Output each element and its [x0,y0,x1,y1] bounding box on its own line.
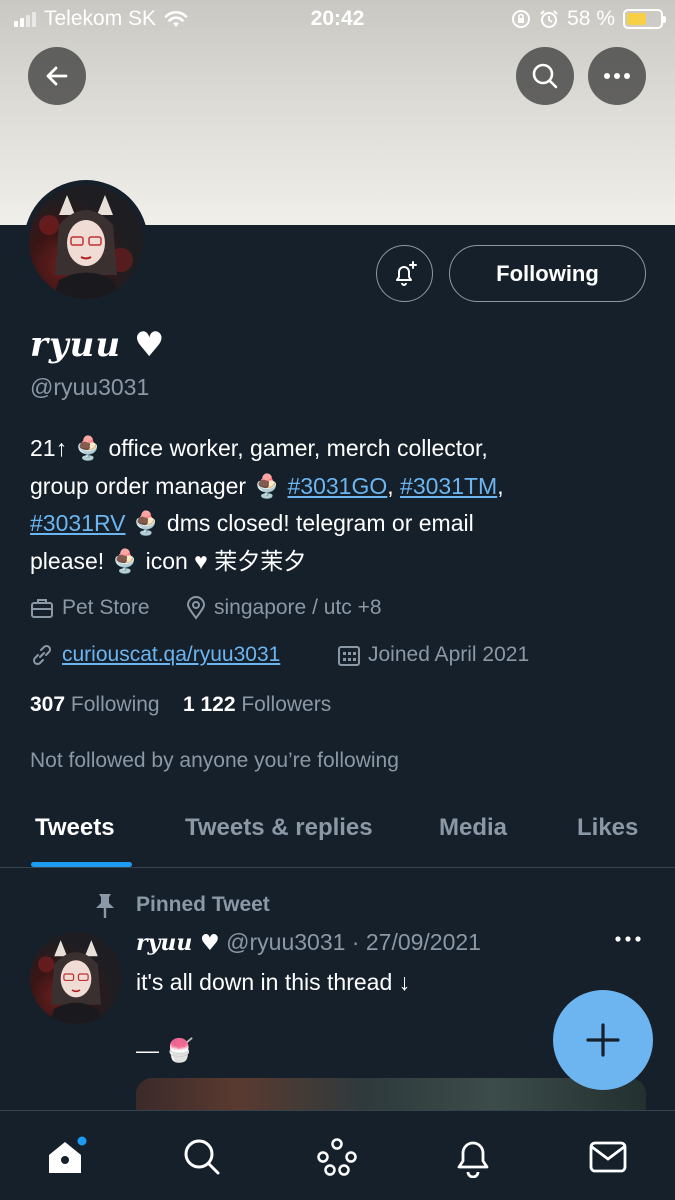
nav-notifications[interactable] [451,1135,495,1179]
tweet-author-name[interactable]: ryuu ♥ [136,930,220,956]
bio-separator: , [387,472,401,499]
hashtag-3031tm[interactable]: #3031TM [400,473,497,499]
active-tab-indicator [31,862,132,867]
joined-label: Joined April 2021 [368,643,530,666]
orientation-lock-icon [512,10,531,28]
followers-label: Followers [241,693,332,716]
following-button[interactable]: Following [449,245,646,302]
location-pin-icon [186,596,206,620]
profile-name: ryuu ♥ [30,325,166,365]
hashtag-3031go[interactable]: #3031GO [288,473,388,499]
nav-spaces[interactable] [315,1135,359,1179]
battery-icon [623,9,666,29]
tweet-date[interactable]: 27/09/2021 [366,929,481,955]
bottom-nav [0,1110,675,1200]
home-icon [49,1136,87,1173]
tweet-author-handle[interactable]: @ryuu3031 [226,929,345,955]
category-label: Pet Store [62,596,150,619]
pin-icon [96,894,114,918]
bio-separator: , [497,472,504,499]
profile-bio: 21↑ 🍨 office worker, gamer, merch collec… [30,430,630,580]
notify-button[interactable] [376,245,433,302]
tab-tweets-replies[interactable]: Tweets & replies [185,814,373,842]
status-bar: Telekom SK 20:42 58 % [0,0,675,38]
nav-messages[interactable] [586,1135,630,1179]
profile-avatar[interactable] [24,180,148,304]
search-icon [184,1139,220,1175]
tab-likes[interactable]: Likes [577,814,638,842]
more-icon [615,936,641,942]
tweet-text: it's all down in this thread ↓ — 🍧 [136,965,410,1067]
website-link[interactable]: curiouscat.qa/ryuu3031 [62,643,280,667]
bio-line-4: please! 🍨 icon ♥ 茉夕茉夕 [30,547,307,574]
briefcase-icon [31,599,53,618]
not-followed-note: Not followed by anyone you’re following [30,749,399,772]
tweet-more-button[interactable] [614,930,642,948]
messages-icon [589,1141,627,1173]
more-button[interactable] [588,47,646,105]
more-icon [604,73,630,79]
avatar-image [29,185,143,299]
profile-website[interactable]: curiouscat.qa/ryuu3031 [30,643,280,667]
tweet-header: ryuu ♥ @ryuu3031 · 27/09/2021 [136,929,481,956]
pinned-label: Pinned Tweet [136,893,270,916]
spaces-icon [317,1138,357,1176]
notifications-icon [457,1141,489,1178]
back-button[interactable] [28,47,86,105]
bio-line-3: 🍨 dms closed! telegram or email [125,510,474,536]
location-label: singapore / utc +8 [214,596,382,619]
battery-percent: 58 % [567,7,615,30]
compose-tweet-button[interactable] [553,990,653,1090]
followers-count-link[interactable]: 1 122 Followers [183,693,331,716]
following-count-link[interactable]: 307 Following [30,693,160,716]
hashtag-3031rv[interactable]: #3031RV [30,510,126,536]
bio-line-1: 21↑ 🍨 office worker, gamer, merch collec… [30,435,488,461]
alarm-icon [540,10,558,28]
tweet-author-avatar[interactable] [30,932,122,1024]
back-arrow-icon [46,66,68,86]
following-label: Following [70,693,160,716]
tweet-text-line-1: it's all down in this thread ↓ [136,969,411,995]
nav-search[interactable] [180,1135,224,1179]
profile-handle: @ryuu3031 [30,374,150,400]
tweet-text-line-2: — 🍧 [136,1037,195,1063]
tweet-separator: · [351,929,360,955]
profile-joined: Joined April 2021 [338,643,529,667]
nav-home[interactable] [45,1135,89,1179]
status-right-group: 58 % [511,7,666,31]
calendar-icon [338,646,360,666]
follow-counts: 307 Following 1 122 Followers [30,693,331,717]
tab-media[interactable]: Media [439,814,507,842]
compose-plus-icon [586,1023,620,1057]
bell-plus-icon [395,260,417,286]
bio-line-2: group order manager 🍨 [30,472,288,499]
following-count: 307 [30,693,66,716]
search-icon [532,63,558,89]
profile-category: Pet Store [30,596,150,620]
followers-count: 1 122 [182,693,236,716]
link-icon [32,644,52,666]
profile-location: singapore / utc +8 [186,596,382,620]
tab-tweets[interactable]: Tweets [35,814,115,842]
search-button[interactable] [516,47,574,105]
